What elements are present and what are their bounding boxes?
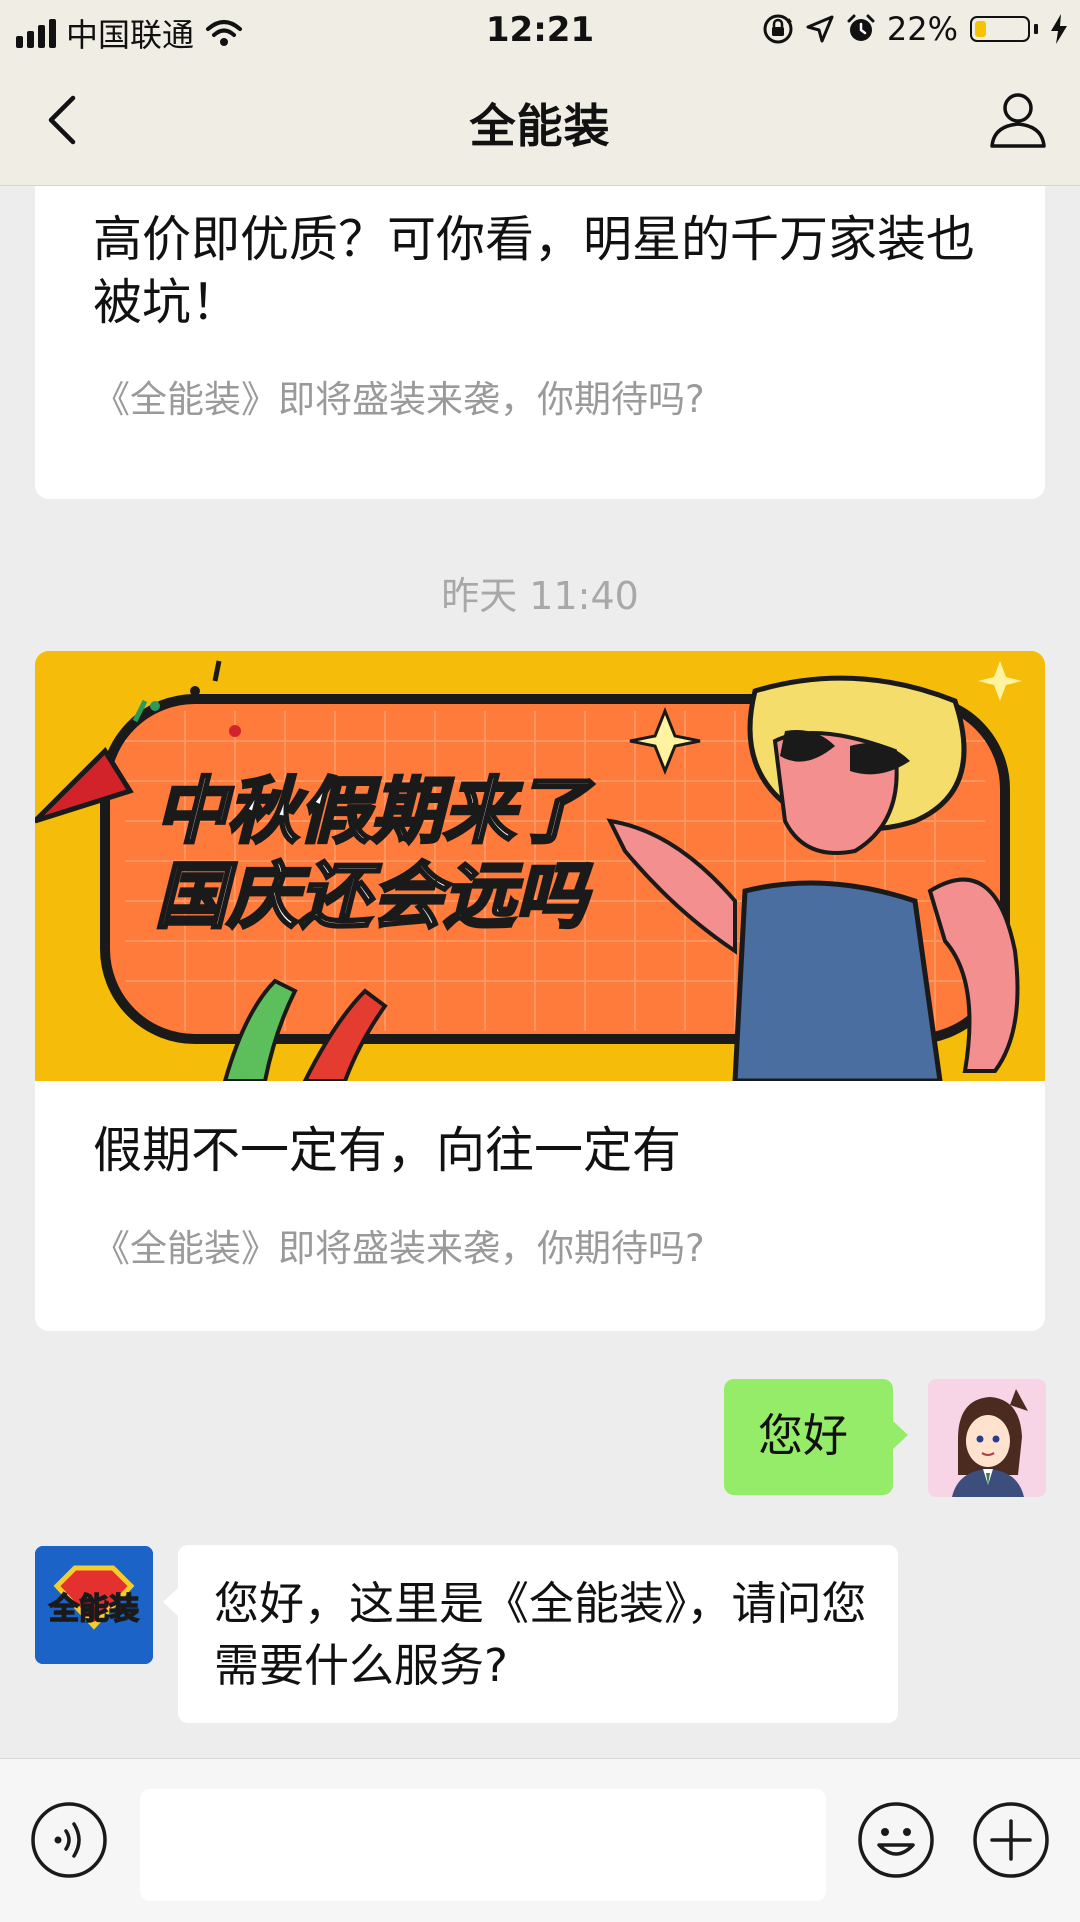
article-card-1[interactable]: 高价即优质？可你看，明星的千万家装也被坑！ 《全能装》即将盛装来袭，你期待吗? (35, 186, 1045, 499)
emoji-icon[interactable] (857, 1801, 935, 1879)
outgoing-message-bubble[interactable]: 您好 (724, 1379, 908, 1495)
nav-bar: 全能装 (0, 60, 1080, 185)
input-bar (0, 1758, 1080, 1922)
message-timestamp: 昨天 11:40 (441, 574, 639, 618)
incoming-message-text: 您好，这里是《全能装》，请问您需要什么服务? (214, 1577, 867, 1692)
user-avatar-image (928, 1379, 1046, 1497)
top-bar: 中国联通 12:21 22% 全能装 (0, 0, 1080, 186)
banner-text-line-1: 中秋假期来了 (155, 769, 595, 853)
page-title: 全能装 (469, 99, 611, 153)
battery-level (975, 21, 986, 37)
article-card-2[interactable]: 中秋假期来了 国庆还会远吗 假期不一定有，向往一定有 《全能装》即将盛装来袭，你… (35, 651, 1045, 1331)
status-right: 22% (761, 10, 1070, 48)
banner-text-line-2: 国庆还会远吗 (155, 854, 593, 938)
battery-tip (1034, 24, 1038, 34)
banner-illustration: 中秋假期来了 国庆还会远吗 (35, 651, 1045, 1084)
battery-percent: 22% (886, 10, 958, 48)
rotation-lock-icon (763, 14, 793, 44)
incoming-message-bubble[interactable]: 您好，这里是《全能装》，请问您需要什么服务? (163, 1545, 898, 1723)
user-avatar[interactable] (928, 1379, 1046, 1497)
brand-logo: 全能装 (35, 1546, 153, 1664)
brand-logo-text: 全能装 (48, 1592, 139, 1627)
voice-icon[interactable] (30, 1801, 108, 1879)
charging-icon (1051, 14, 1067, 44)
location-icon (806, 15, 834, 43)
status-bar: 中国联通 12:21 22% (0, 0, 1080, 60)
article-banner-image[interactable]: 中秋假期来了 国庆还会远吗 (35, 651, 1045, 1084)
plus-icon[interactable] (972, 1801, 1050, 1879)
alarm-icon (847, 14, 875, 41)
brand-avatar[interactable]: 全能装 (35, 1546, 153, 1664)
profile-icon[interactable] (986, 88, 1050, 152)
battery-icon (970, 16, 1030, 42)
message-input[interactable] (140, 1789, 826, 1901)
article-description-1: 《全能装》即将盛装来袭，你期待吗? (93, 378, 705, 421)
article-title-1[interactable]: 高价即优质？可你看，明星的千万家装也被坑！ (93, 208, 987, 334)
article-description-2: 《全能装》即将盛装来袭，你期待吗? (93, 1227, 705, 1270)
article-title-2[interactable]: 假期不一定有，向往一定有 (93, 1119, 987, 1182)
outgoing-message-text: 您好 (758, 1409, 849, 1462)
chat-content[interactable]: 高价即优质？可你看，明星的千万家装也被坑！ 《全能装》即将盛装来袭，你期待吗? … (0, 186, 1080, 1758)
